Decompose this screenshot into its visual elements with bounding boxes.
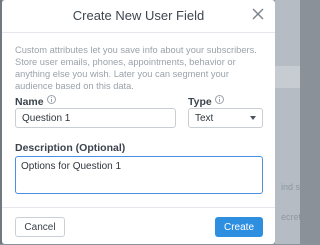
type-select-value: Text (195, 112, 214, 124)
dialog-header: Create New User Field (2, 0, 275, 33)
dialog-footer: Cancel Create (2, 207, 275, 245)
type-select[interactable]: Text (188, 108, 263, 128)
description-textarea[interactable]: Options for Question 1 (15, 156, 263, 194)
name-label-text: Name (15, 96, 44, 108)
dialog-description: Custom attributes let you save info abou… (15, 45, 257, 91)
create-user-field-dialog: Create New User Field Custom attributes … (2, 0, 275, 244)
name-label: Name (15, 95, 56, 108)
chevron-down-icon (250, 116, 256, 120)
type-label-text: Type (188, 96, 212, 108)
type-label: Type (188, 95, 224, 108)
backdrop-strip (275, 66, 300, 88)
cancel-button[interactable]: Cancel (15, 217, 65, 237)
backdrop-text-fragment: ind sho (281, 182, 300, 192)
description-label: Description (Optional) (15, 142, 126, 154)
close-icon[interactable] (250, 6, 266, 22)
create-button[interactable]: Create (215, 217, 263, 237)
backdrop-page: ind sho ecret?" (275, 0, 300, 244)
info-icon[interactable] (214, 95, 224, 104)
dialog-title: Create New User Field (72, 8, 205, 23)
name-input[interactable] (15, 108, 176, 128)
backdrop-text-fragment: ecret?" (281, 212, 300, 222)
info-icon[interactable] (46, 95, 56, 104)
